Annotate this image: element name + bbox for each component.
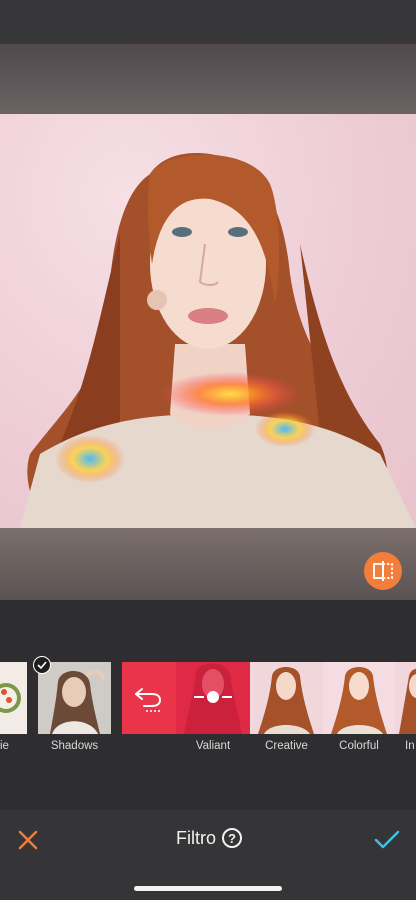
filter-thumb-partial[interactable]	[0, 662, 27, 734]
help-icon[interactable]: ?	[222, 828, 242, 848]
filter-label-colorful: Colorful	[339, 740, 379, 752]
edited-photo	[0, 114, 416, 528]
filter-label-valiant: Valiant	[195, 740, 231, 752]
colorful-thumb-art	[331, 667, 387, 734]
compare-button[interactable]	[364, 552, 402, 590]
filter-label: ie	[0, 740, 9, 752]
selected-badge	[33, 656, 51, 674]
filter-thumb-partial-next[interactable]	[395, 662, 416, 734]
filter-thumb-creative[interactable]	[250, 662, 323, 734]
page-title: Filtro	[176, 828, 216, 848]
creative-thumb-art	[258, 667, 314, 734]
photo-blur-top	[0, 44, 416, 114]
valiant-thumb	[176, 662, 250, 734]
photo-blur-bottom	[0, 528, 416, 600]
close-icon	[18, 830, 38, 850]
check-icon	[374, 830, 400, 849]
filter-thumb-colorful[interactable]	[323, 662, 395, 734]
filter-label-creative: Creative	[265, 740, 308, 752]
filter-label-shadows: Shadows	[50, 740, 99, 752]
split-compare-icon	[373, 561, 393, 581]
food-thumb-art	[0, 683, 21, 713]
status-bar	[0, 0, 416, 44]
portrait-illustration	[20, 153, 416, 528]
reset-button[interactable]	[122, 662, 176, 734]
shadows-thumb-art	[38, 662, 111, 734]
filter-tile-valiant-active[interactable]	[122, 662, 250, 734]
checkmark-icon	[37, 661, 47, 669]
photo-preview-area	[0, 44, 416, 600]
filter-label-partial: In	[405, 740, 415, 752]
cancel-button[interactable]	[14, 826, 42, 854]
undo-arrow-icon	[135, 688, 162, 712]
home-indicator	[134, 886, 282, 891]
confirm-button[interactable]	[372, 826, 402, 854]
filter-thumb-shadows[interactable]	[38, 662, 111, 734]
intensity-slider-icon[interactable]	[192, 690, 234, 704]
partial-thumb-art	[399, 668, 416, 734]
